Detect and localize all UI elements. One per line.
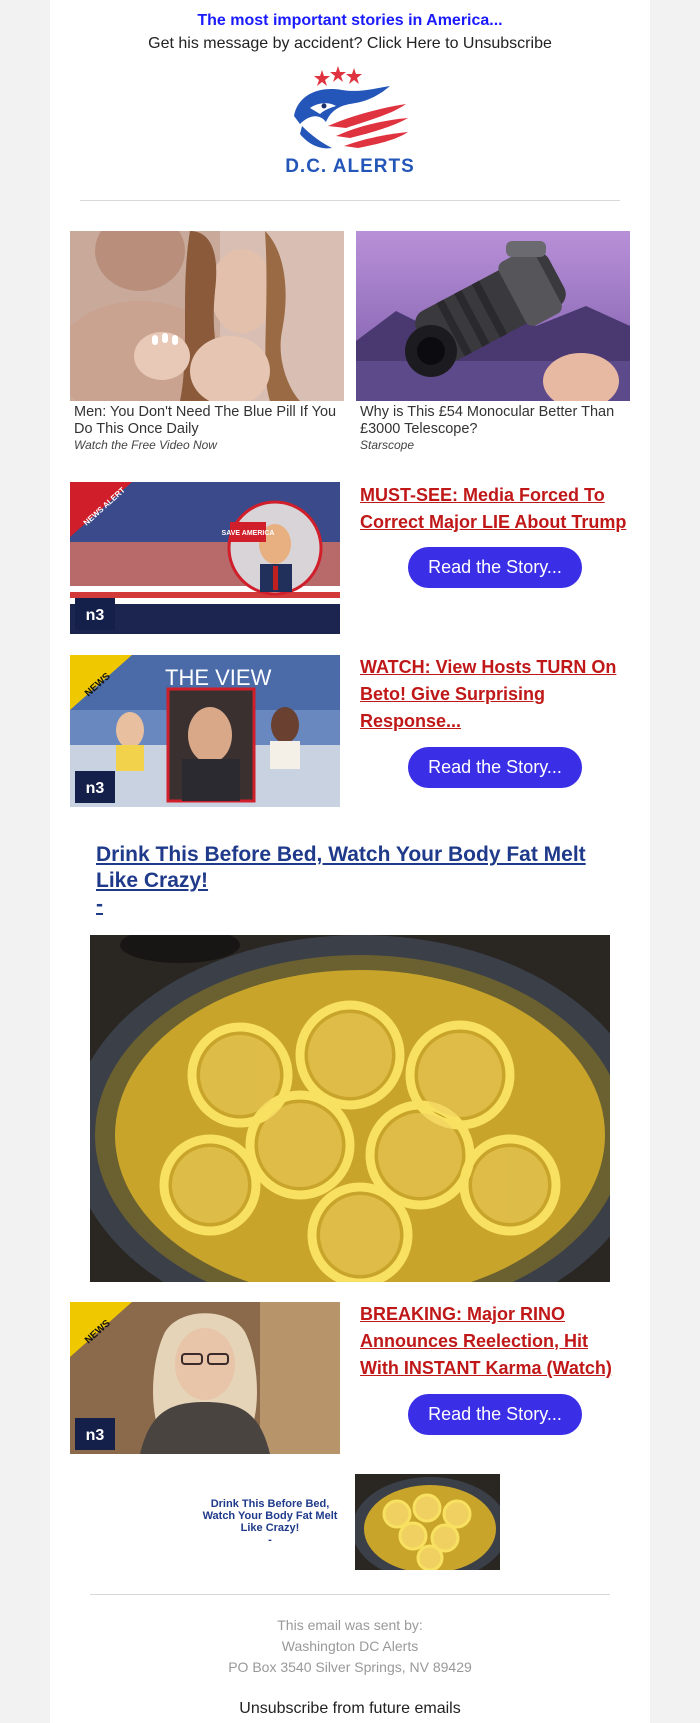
story-2-thumbnail[interactable]: THE VIEW NEWS n3 [70,655,340,807]
footer-divider [90,1594,610,1595]
ad-2-source: Starscope [360,438,415,452]
logo-text: D.C. ALERTS [285,156,415,177]
story-3-read-button[interactable]: Read the Story... [408,1394,582,1435]
small-ad-image[interactable] [355,1474,500,1570]
story-3-title[interactable]: BREAKING: Major RINO Announces Reelectio… [360,1301,630,1382]
ad-2-title[interactable]: Why is This £54 Monocular Better Than £3… [356,404,630,438]
ad-card-2[interactable]: Why is This £54 Monocular Better Than £3… [356,231,630,452]
featured-ad-image[interactable] [90,935,610,1282]
header-divider [80,200,620,201]
unsubscribe-link-top[interactable]: Get his message by accident? Click Here … [50,35,650,53]
eagle-logo-icon [294,66,408,149]
small-ad-dash: - [268,1534,272,1546]
small-ad-title[interactable]: Drink This Before Bed, Watch Your Body F… [200,1498,340,1534]
footer-sent-by: This email was sent by: [277,1617,423,1633]
ad-1-image[interactable] [70,231,344,401]
header-tagline: The most important stories in America... [197,12,503,29]
n3-mark: n3 [86,1427,105,1444]
dc-alerts-logo[interactable]: D.C. ALERTS [280,64,420,184]
ad-2-image[interactable] [356,231,630,401]
story-1-read-button[interactable]: Read the Story... [408,547,582,588]
story-2-read-button[interactable]: Read the Story... [408,747,582,788]
story-1-thumbnail[interactable]: NEWS ALERT SAVE AMERICA n3 [70,482,340,634]
footer-address: PO Box 3540 Silver Springs, NV 89429 [228,1659,472,1675]
story-2-title[interactable]: WATCH: View Hosts TURN On Beto! Give Sur… [360,654,630,735]
ad-card-1[interactable]: Men: You Don't Need The Blue Pill If You… [70,231,344,452]
story-1-title[interactable]: MUST-SEE: Media Forced To Correct Major … [360,482,630,536]
ad-1-title[interactable]: Men: You Don't Need The Blue Pill If You… [70,404,344,438]
featured-ad-title[interactable]: Drink This Before Bed, Watch Your Body F… [96,842,586,894]
unsubscribe-link-footer[interactable]: Unsubscribe from future emails [50,1700,650,1718]
n3-mark: n3 [86,780,105,797]
story-3-thumbnail[interactable]: NEWS n3 [70,1302,340,1454]
story-1-sign: SAVE AMERICA [222,530,275,537]
n3-mark: n3 [86,607,105,624]
ad-1-source: Watch the Free Video Now [74,438,217,452]
email-body: The most important stories in America...… [50,0,650,1723]
featured-ad-dash: - [96,893,103,916]
story-2-show: THE VIEW [165,665,272,690]
footer-company: Washington DC Alerts [281,1638,419,1654]
